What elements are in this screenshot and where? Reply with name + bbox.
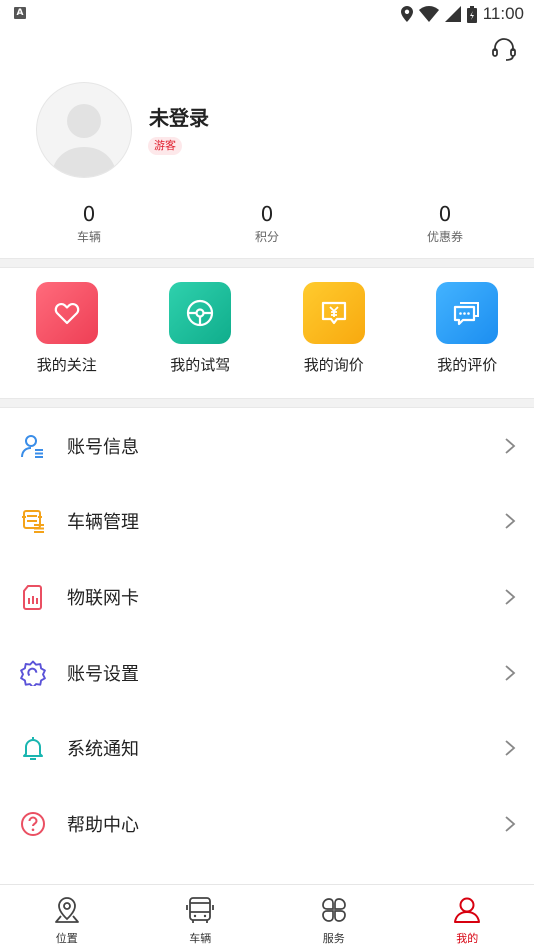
stat-points[interactable]: 0 积分 <box>178 200 356 252</box>
comment-icon <box>436 282 498 344</box>
quick-review[interactable]: 我的评价 <box>401 282 534 392</box>
menu-label: 系统通知 <box>67 735 139 761</box>
chevron-right-icon <box>504 512 516 530</box>
menu-label: 车辆管理 <box>67 508 139 534</box>
tab-label: 我的 <box>456 930 478 946</box>
section-divider <box>0 258 534 268</box>
avatar[interactable] <box>36 82 132 178</box>
stat-value: 0 <box>0 200 178 228</box>
help-icon <box>20 811 46 837</box>
sim-card-icon <box>20 584 46 610</box>
menu-help-center[interactable]: 帮助中心 <box>0 786 534 862</box>
status-notification-icon: A <box>14 7 26 19</box>
quick-inquiry[interactable]: 我的询价 <box>267 282 401 392</box>
chevron-right-icon <box>504 815 516 833</box>
menu-label: 账号信息 <box>67 433 139 459</box>
status-bar: A 11:00 <box>0 0 534 28</box>
battery-icon <box>467 6 477 23</box>
location-status-icon <box>401 6 413 22</box>
heart-icon <box>36 282 98 344</box>
user-name[interactable]: 未登录 <box>149 102 209 131</box>
price-tag-icon <box>303 282 365 344</box>
quick-follow[interactable]: 我的关注 <box>0 282 134 392</box>
menu-account-settings[interactable]: 账号设置 <box>0 635 534 711</box>
menu-label: 帮助中心 <box>67 811 139 837</box>
car-manage-icon <box>20 508 46 534</box>
quick-test-drive[interactable]: 我的试驾 <box>134 282 268 392</box>
bus-icon <box>185 895 215 925</box>
quick-label: 我的关注 <box>37 354 97 375</box>
tab-vehicles[interactable]: 车辆 <box>134 885 268 951</box>
menu-label: 物联网卡 <box>67 584 139 610</box>
settings-gear-icon <box>20 660 46 686</box>
stats-row: 0 车辆 0 积分 0 优惠券 <box>0 200 534 252</box>
signal-icon <box>445 6 461 22</box>
settings-menu: 账号信息 车辆管理 物联网卡 账号设置 系统通知 帮助中心 <box>0 408 534 862</box>
tab-mine[interactable]: 我的 <box>401 885 534 951</box>
tab-location[interactable]: 位置 <box>0 885 134 951</box>
tab-label: 车辆 <box>189 930 211 946</box>
menu-iot-card[interactable]: 物联网卡 <box>0 559 534 635</box>
location-icon <box>52 895 82 925</box>
bell-icon <box>20 735 46 761</box>
menu-system-notifications[interactable]: 系统通知 <box>0 710 534 786</box>
menu-vehicle-management[interactable]: 车辆管理 <box>0 484 534 560</box>
menu-label: 账号设置 <box>67 660 139 686</box>
tab-label: 位置 <box>56 930 78 946</box>
status-time: 11:00 <box>483 4 524 24</box>
stat-value: 0 <box>356 200 534 228</box>
chevron-right-icon <box>504 739 516 757</box>
chevron-right-icon <box>504 437 516 455</box>
chevron-right-icon <box>504 588 516 606</box>
steering-wheel-icon <box>169 282 231 344</box>
wifi-icon <box>419 6 439 22</box>
default-avatar-icon <box>37 83 131 177</box>
stat-label: 优惠券 <box>356 228 534 246</box>
quick-actions: 我的关注 我的试驾 我的询价 我的评价 <box>0 282 534 392</box>
menu-account-info[interactable]: 账号信息 <box>0 408 534 484</box>
customer-service-icon[interactable] <box>490 36 518 64</box>
grid-icon <box>319 895 349 925</box>
user-info-icon <box>20 433 46 459</box>
stat-coupons[interactable]: 0 优惠券 <box>356 200 534 252</box>
stat-label: 积分 <box>178 228 356 246</box>
quick-label: 我的评价 <box>437 354 497 375</box>
section-divider <box>0 398 534 408</box>
stat-label: 车辆 <box>0 228 178 246</box>
guest-badge: 游客 <box>148 137 182 155</box>
stat-vehicles[interactable]: 0 车辆 <box>0 200 178 252</box>
stat-value: 0 <box>178 200 356 228</box>
tab-services[interactable]: 服务 <box>267 885 401 951</box>
chevron-right-icon <box>504 664 516 682</box>
status-icons: 11:00 <box>401 3 524 25</box>
person-icon <box>452 895 482 925</box>
tab-label: 服务 <box>323 930 345 946</box>
quick-label: 我的询价 <box>304 354 364 375</box>
quick-label: 我的试驾 <box>170 354 230 375</box>
bottom-tab-bar: 位置 车辆 服务 我的 <box>0 884 534 951</box>
